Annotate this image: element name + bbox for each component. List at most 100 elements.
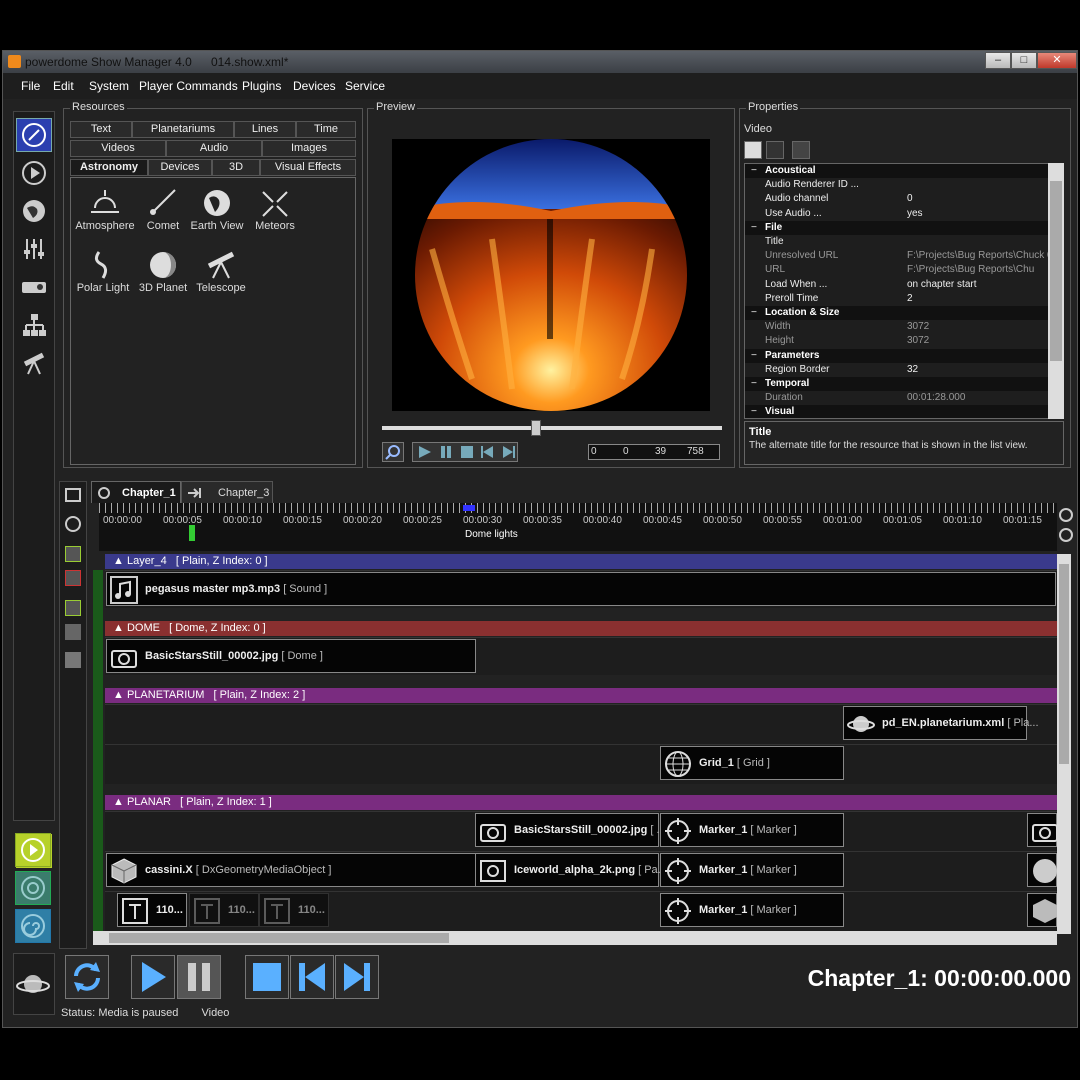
- clip-marker-1[interactable]: Marker_1 [ Marker ]: [660, 813, 844, 847]
- play-button[interactable]: [131, 955, 175, 999]
- tab-3d[interactable]: 3D: [212, 159, 260, 176]
- layer-bar-layer4[interactable]: ▲ Layer_4 [ Plain, Z Index: 0 ]: [105, 554, 1057, 569]
- clip-text-3[interactable]: 110...: [259, 893, 329, 927]
- preview-viewport[interactable]: [392, 139, 710, 411]
- stop-button[interactable]: [245, 955, 289, 999]
- tab-text[interactable]: Text: [70, 121, 132, 138]
- clip-cube-end[interactable]: [1027, 893, 1057, 927]
- pause-button[interactable]: [177, 955, 221, 999]
- menu-player-commands[interactable]: Player Commands: [139, 79, 238, 93]
- property-row[interactable]: Title: [745, 235, 1063, 249]
- zoom-in-icon[interactable]: [1059, 508, 1073, 522]
- telescope-icon[interactable]: [16, 346, 52, 380]
- collapse-icon[interactable]: −: [751, 222, 757, 233]
- zoom-out-icon[interactable]: [1059, 528, 1073, 542]
- property-scroll-thumb[interactable]: [1050, 181, 1062, 361]
- add-layer-icon[interactable]: [65, 546, 81, 562]
- menu-devices[interactable]: Devices: [293, 79, 336, 93]
- layer-bar-planar[interactable]: ▲ PLANAR [ Plain, Z Index: 1 ]: [105, 795, 1057, 810]
- remove-layer-icon[interactable]: [65, 570, 81, 586]
- collapse-icon[interactable]: −: [751, 378, 757, 389]
- property-category[interactable]: − Acoustical: [745, 164, 1063, 178]
- monitor-icon[interactable]: [65, 488, 81, 502]
- preview-seek-handle[interactable]: [531, 420, 541, 436]
- property-row[interactable]: Load When ... on chapter start: [745, 278, 1063, 292]
- property-row[interactable]: URL F:\Projects\Bug Reports\Chu: [745, 263, 1063, 277]
- resource-3d-planet[interactable]: 3D Planet: [133, 250, 193, 294]
- collapse-icon[interactable]: −: [751, 406, 757, 417]
- property-row[interactable]: Duration 00:01:28.000: [745, 391, 1063, 405]
- property-row[interactable]: Preroll Time 2: [745, 292, 1063, 306]
- clip-marker-3[interactable]: Marker_1 [ Marker ]: [660, 893, 844, 927]
- tab-planetariums[interactable]: Planetariums: [132, 121, 234, 138]
- menu-system[interactable]: System: [89, 79, 129, 93]
- zoom-button[interactable]: [382, 442, 404, 462]
- collapse-icon[interactable]: −: [751, 350, 757, 361]
- tab-images[interactable]: Images: [262, 140, 356, 157]
- property-row[interactable]: Use Audio ... yes: [745, 207, 1063, 221]
- menu-file[interactable]: File: [21, 79, 40, 93]
- previous-button[interactable]: [290, 955, 334, 999]
- property-row[interactable]: Width 3072: [745, 320, 1063, 334]
- tab-astronomy[interactable]: Astronomy: [70, 159, 148, 176]
- minimize-button[interactable]: –: [985, 52, 1011, 69]
- clip-globe-end[interactable]: [1027, 853, 1057, 887]
- clip-text-1[interactable]: 110...: [117, 893, 187, 927]
- property-row[interactable]: Unresolved URL F:\Projects\Bug Reports\Ch…: [745, 249, 1063, 263]
- resource-meteors[interactable]: Meteors: [245, 188, 305, 232]
- output-spiral-icon[interactable]: [15, 909, 51, 943]
- zoom-icon[interactable]: [65, 516, 81, 532]
- clip-marker-2[interactable]: Marker_1 [ Marker ]: [660, 853, 844, 887]
- timeline-hscrollbar[interactable]: [93, 931, 1057, 945]
- tab-chapter-3[interactable]: Chapter_3: [181, 481, 273, 503]
- track-properties-icon[interactable]: [65, 624, 81, 640]
- edit-mode-icon[interactable]: [16, 118, 52, 152]
- property-category[interactable]: − Visual: [745, 405, 1063, 418]
- property-row[interactable]: Height 3072: [745, 334, 1063, 348]
- collapse-icon[interactable]: −: [751, 307, 757, 318]
- output-target-icon[interactable]: [15, 871, 51, 905]
- menu-plugins[interactable]: Plugins: [242, 79, 281, 93]
- clip-planar-image-end[interactable]: [1027, 813, 1058, 847]
- sort-az-icon[interactable]: [766, 141, 784, 159]
- playhead-marker[interactable]: [189, 525, 195, 541]
- preview-counter[interactable]: 0 0 39 758: [588, 444, 720, 460]
- layer-bar-dome[interactable]: ▲ DOME [ Dome, Z Index: 0 ]: [105, 621, 1057, 636]
- clip-iceworld[interactable]: Iceworld_alpha_2k.png [ Pa...: [475, 853, 667, 887]
- close-button[interactable]: ✕: [1037, 52, 1077, 69]
- resource-comet[interactable]: Comet: [133, 188, 193, 232]
- globe-icon[interactable]: [16, 194, 52, 228]
- hscroll-thumb[interactable]: [109, 933, 449, 943]
- property-grid[interactable]: − Acoustical Audio Renderer ID ... Audio ch…: [744, 163, 1064, 419]
- property-category[interactable]: − Location & Size: [745, 306, 1063, 320]
- property-category[interactable]: − Parameters: [745, 348, 1063, 363]
- tab-devices[interactable]: Devices: [148, 159, 212, 176]
- property-row[interactable]: Region Border 32: [745, 363, 1063, 377]
- clip-cassini[interactable]: cassini.X [ DxGeometryMediaObject ]: [106, 853, 476, 887]
- menu-service[interactable]: Service: [345, 79, 385, 93]
- menu-edit[interactable]: Edit: [53, 79, 74, 93]
- clip-text-2[interactable]: 110...: [189, 893, 259, 927]
- vscroll-thumb[interactable]: [1059, 564, 1069, 764]
- resource-telescope[interactable]: Telescope: [191, 250, 251, 294]
- play-mode-icon[interactable]: [16, 156, 52, 190]
- resource-earth-view[interactable]: Earth View: [187, 188, 247, 232]
- tab-lines[interactable]: Lines: [234, 121, 296, 138]
- tab-videos[interactable]: Videos: [70, 140, 166, 157]
- property-pages-icon[interactable]: [792, 141, 810, 159]
- property-row[interactable]: Audio Renderer ID ...: [745, 178, 1063, 192]
- clip-dome-image[interactable]: BasicStarsStill_00002.jpg [ Dome ]: [106, 639, 476, 673]
- property-category[interactable]: − File: [745, 220, 1063, 235]
- resource-atmosphere[interactable]: Atmosphere: [75, 188, 135, 232]
- mixer-icon[interactable]: [16, 232, 52, 266]
- network-icon[interactable]: [16, 308, 52, 342]
- layer-bar-planetarium[interactable]: ▲ PLANETARIUM [ Plain, Z Index: 2 ]: [105, 688, 1057, 703]
- loop-button[interactable]: [65, 955, 109, 999]
- categorized-view-icon[interactable]: [744, 141, 762, 159]
- clip-grid[interactable]: Grid_1 [ Grid ]: [660, 746, 844, 780]
- preview-seek-track[interactable]: [382, 426, 722, 430]
- tab-time[interactable]: Time: [296, 121, 356, 138]
- resource-polar-light[interactable]: Polar Light: [73, 250, 133, 294]
- property-category[interactable]: − Temporal: [745, 377, 1063, 391]
- clip-sound[interactable]: pegasus master mp3.mp3 [ Sound ]: [106, 572, 1056, 606]
